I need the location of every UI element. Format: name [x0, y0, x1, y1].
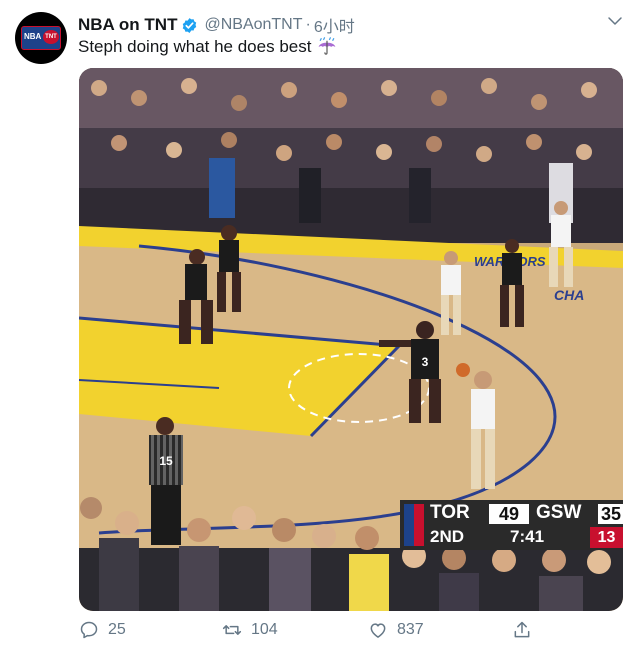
shot-clock: 13 [590, 527, 623, 548]
umbrella-rain-emoji-icon [319, 37, 336, 55]
timestamp[interactable]: 6小时 [314, 13, 355, 37]
share-button[interactable] [512, 620, 541, 640]
author-handle[interactable]: @NBAonTNT [204, 16, 302, 34]
home-team: GSW [536, 502, 582, 523]
reply-count: 25 [108, 621, 126, 638]
reply-icon [80, 621, 98, 639]
media-video[interactable]: WARRIORS CHA [79, 68, 623, 611]
avatar-text-right: TNT [43, 30, 59, 44]
tweet-card[interactable]: NBA TNT NBA on TNT @NBAonTNT · 6小时 Steph… [0, 0, 640, 655]
avatar[interactable]: NBA TNT [15, 12, 67, 64]
avatar-text-left: NBA [24, 32, 42, 41]
like-count: 837 [397, 621, 424, 638]
away-score: 49 [489, 504, 529, 524]
tweet-actions: 25 104 837 [0, 620, 640, 646]
like-button[interactable]: 837 [368, 620, 424, 640]
referee-number: 15 [159, 454, 173, 468]
nba-logo-icon [404, 504, 424, 546]
nba-tnt-logo: NBA TNT [21, 26, 61, 50]
verified-badge-icon [183, 17, 197, 33]
quarter: 2ND [430, 527, 465, 546]
referee: 15 [149, 417, 183, 545]
scorebug: TOR 49 GSW 35 2ND 7:41 13 [400, 500, 623, 550]
chevron-down-icon[interactable] [606, 12, 624, 30]
home-score: 35 [598, 504, 623, 524]
court-text-right: CHA [554, 287, 584, 303]
author-name[interactable]: NBA on TNT [78, 15, 177, 35]
retweet-button[interactable]: 104 [222, 620, 278, 640]
retweet-count: 104 [251, 621, 278, 638]
tweet-header: NBA on TNT @NBAonTNT · 6小时 [78, 13, 355, 37]
crowd [79, 68, 623, 243]
defender-number: 3 [422, 355, 429, 369]
retweet-icon [222, 625, 242, 635]
away-team: TOR [430, 502, 470, 523]
tweet-text: Steph doing what he does best [78, 37, 337, 57]
separator-dot: · [305, 16, 311, 33]
share-icon [514, 621, 530, 638]
heart-icon [370, 623, 386, 638]
tweet-text-content: Steph doing what he does best [78, 37, 312, 56]
game-clock: 7:41 [510, 527, 545, 546]
reply-button[interactable]: 25 [79, 620, 126, 640]
